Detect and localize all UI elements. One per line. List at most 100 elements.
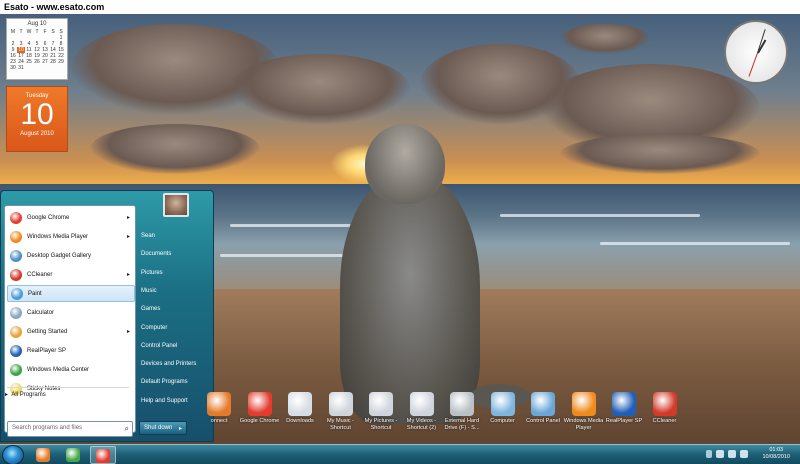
calendar-day-cell[interactable]: 25	[25, 59, 33, 65]
search-icon: ⌕	[124, 424, 129, 433]
start-menu-item-media-center[interactable]: Windows Media Center	[7, 361, 135, 378]
calendar-day-cell[interactable]: 28	[49, 59, 57, 65]
getting-started-icon	[10, 325, 22, 338]
start-search-input[interactable]: Search programs and files ⌕	[7, 421, 133, 437]
all-programs-label: All Programs	[11, 392, 46, 398]
downloads-icon	[288, 392, 312, 416]
taskbar-button-connect[interactable]	[30, 446, 56, 464]
start-button[interactable]	[2, 445, 24, 464]
calendar-day-cell[interactable]: 27	[41, 59, 49, 65]
taskbar-date: 10/08/2010	[762, 454, 790, 460]
start-link-pictures[interactable]: Pictures	[141, 270, 163, 276]
desktop-shortcut[interactable]: My Videos - Shortcut (2)	[401, 392, 443, 432]
volume-icon[interactable]	[740, 450, 748, 458]
calendar-day-gadget[interactable]: Tuesday 10 August 2010	[6, 86, 68, 152]
desktop-shortcut-label: Windows Media Player	[563, 418, 604, 431]
calendar-day-cell	[41, 65, 49, 71]
connect-icon	[36, 448, 50, 462]
start-menu-item-label: RealPlayer SP	[27, 347, 67, 354]
shutdown-button[interactable]: Shut down ▸	[139, 421, 187, 435]
start-menu-item-media-player[interactable]: Windows Media Player ▸	[7, 228, 135, 245]
user-avatar[interactable]	[163, 193, 189, 217]
desktop-shortcut-label: Computer	[490, 418, 515, 424]
desktop-shortcut[interactable]: Windows Media Player	[563, 392, 605, 432]
desktop-shortcut[interactable]: RealPlayer SP	[603, 392, 645, 425]
start-link-computer[interactable]: Computer	[141, 325, 167, 331]
computer-icon	[490, 392, 515, 416]
calendar-day-cell[interactable]: 29	[57, 59, 65, 65]
start-menu-item-chrome[interactable]: Google Chrome ▸	[7, 209, 135, 226]
start-link-default-programs[interactable]: Default Programs	[141, 379, 188, 385]
start-menu-programs-pane: Google Chrome ▸ Windows Media Player ▸ Deskt…	[4, 205, 136, 433]
start-menu-item-label: Google Chrome	[27, 214, 70, 221]
music-shortcut-icon	[328, 392, 353, 416]
page-title: Esato - www.esato.com	[0, 0, 800, 14]
realplayer-icon	[612, 392, 636, 416]
start-link-games[interactable]: Games	[141, 306, 160, 312]
calendar-day-cell[interactable]: 26	[33, 59, 41, 65]
submenu-arrow-icon[interactable]: ▸	[127, 271, 130, 278]
submenu-arrow-icon[interactable]: ▸	[127, 233, 130, 240]
start-link-sean[interactable]: Sean	[141, 233, 155, 239]
desktop-shortcut-label: Control Panel	[526, 418, 560, 424]
taskbar-clock[interactable]: 01:03 10/08/2010	[762, 447, 790, 461]
desktop-shortcut-label: My Videos - Shortcut (2)	[406, 418, 437, 431]
shutdown-options-arrow[interactable]: ▸	[179, 425, 182, 432]
search-placeholder: Search programs and files	[12, 425, 83, 431]
start-link-music[interactable]: Music	[141, 288, 157, 294]
start-link-control-panel[interactable]: Control Panel	[141, 343, 177, 349]
clock-gadget[interactable]	[724, 20, 788, 84]
dog-head	[365, 124, 445, 204]
start-link-help-and-support[interactable]: Help and Support	[141, 398, 188, 404]
all-programs-link[interactable]: ▸ All Programs	[5, 391, 46, 398]
start-link-documents[interactable]: Documents	[141, 251, 171, 257]
submenu-arrow-icon[interactable]: ▸	[127, 214, 130, 221]
desktop-shortcut[interactable]: CCleaner	[644, 392, 686, 425]
calendar-day-cell[interactable]: 31	[17, 65, 25, 71]
calculator-icon	[10, 306, 22, 319]
videos-shortcut-icon	[409, 392, 434, 416]
start-menu-item-calculator[interactable]: Calculator	[7, 304, 135, 321]
desktop-shortcut-label: onnect	[210, 418, 228, 424]
show-hidden-icons-icon[interactable]	[706, 450, 712, 458]
desktop-shortcut-label: My Music - Shortcut	[326, 418, 355, 431]
action-center-icon[interactable]	[716, 450, 724, 458]
desktop-shortcut[interactable]: Google Chrome	[239, 392, 281, 425]
calendar-day-cell[interactable]: 30	[9, 65, 17, 71]
start-menu-item-label: Calculator	[27, 309, 55, 316]
submenu-arrow-icon[interactable]: ▸	[127, 328, 130, 335]
start-menu-item-gadget-gallery[interactable]: Desktop Gadget Gallery	[7, 247, 135, 264]
desktop-shortcut[interactable]: Control Panel	[522, 392, 564, 425]
start-menu-item-label: Paint	[28, 290, 42, 297]
calendar-day-number: 10	[20, 98, 54, 131]
taskbar-button-chrome[interactable]	[90, 446, 116, 464]
taskbar-button-gadget-gallery[interactable]	[60, 446, 86, 464]
desktop-shortcut[interactable]: Computer	[482, 392, 524, 425]
media-player-icon	[10, 230, 22, 243]
chrome-icon	[96, 449, 110, 463]
start-menu-item-label: CCleaner	[27, 271, 53, 278]
start-menu-item-ccleaner[interactable]: CCleaner ▸	[7, 266, 135, 283]
start-menu-item-getting-started[interactable]: Getting Started ▸	[7, 323, 135, 340]
paint-icon	[11, 287, 23, 300]
media-center-icon	[10, 363, 22, 376]
start-link-devices-and-printers[interactable]: Devices and Printers	[141, 361, 196, 367]
desktop-shortcut-label: RealPlayer SP	[605, 418, 643, 424]
media-player-icon	[571, 392, 596, 416]
network-icon[interactable]	[728, 450, 736, 458]
start-menu-item-label: Windows Media Center	[27, 366, 90, 373]
start-menu-item-paint[interactable]: Paint	[7, 285, 135, 302]
start-menu-item-label: Getting Started	[27, 328, 68, 335]
desktop-shortcut[interactable]: onnect	[198, 392, 240, 425]
taskbar: 01:03 10/08/2010	[0, 444, 800, 464]
start-menu-item-realplayer[interactable]: RealPlayer SP	[7, 342, 135, 359]
desktop-shortcut[interactable]: My Music - Shortcut	[320, 392, 362, 432]
desktop-shortcut[interactable]: My Pictures - Shortcut	[360, 392, 402, 432]
calendar-grid: MTWTFSS 1 2 3 4 5 6 7 8 9 10 11 12 13 14 15 16 17 18 19 20 2…	[9, 29, 65, 71]
desktop-shortcut[interactable]: Downloads	[279, 392, 321, 425]
calendar-day-cell	[49, 65, 57, 71]
calendar-month-gadget[interactable]: Aug 10 MTWTFSS 1 2 3 4 5 6 7 8 9 10 11 12 13 14 15 16 17…	[6, 18, 68, 80]
desktop-shortcut[interactable]: External Hard Drive (F) - S...	[441, 392, 483, 432]
connect-icon	[207, 392, 231, 416]
shutdown-label: Shut down	[144, 425, 173, 431]
